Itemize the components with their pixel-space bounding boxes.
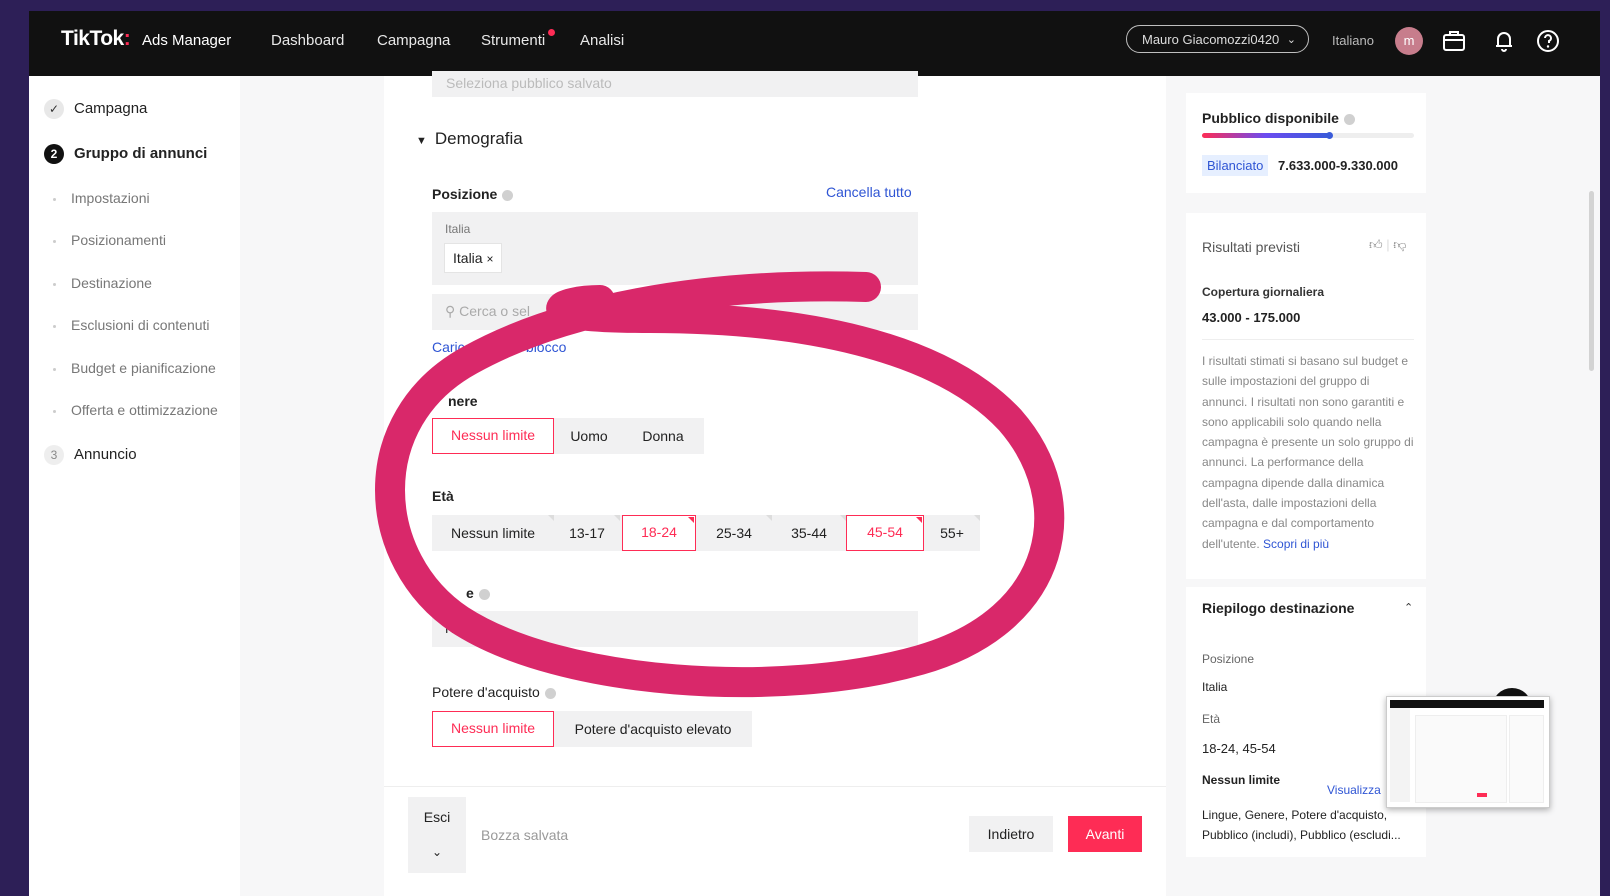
annotation-ellipse	[375, 271, 1065, 697]
